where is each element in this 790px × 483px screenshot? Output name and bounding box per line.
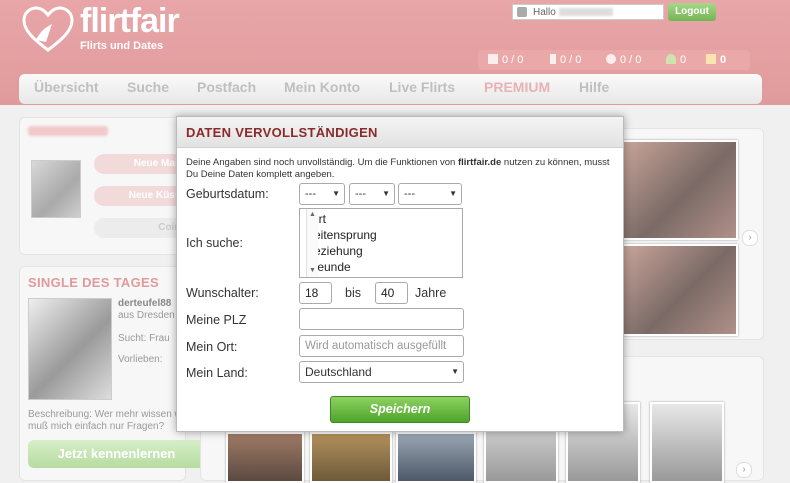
stat-mails[interactable]: 0 / 0 [488,54,523,66]
single-location: aus Dresden [118,310,175,321]
greeting-box: Hallo [512,4,664,20]
save-button[interactable]: Speichern [330,396,470,423]
my-profile-title-blurred [28,126,108,136]
jetzt-kennenlernen-button[interactable]: Jetzt kennenlernen [28,440,205,468]
single-beschreibung: Beschreibung: Wer mehr wissen w [28,409,182,420]
plz-input[interactable] [299,308,464,330]
logout-button[interactable]: Logout [668,3,716,21]
scroll-down-icon[interactable]: ▼ [309,267,316,274]
username-blurred [558,8,613,17]
nav-item-uebersicht[interactable]: Übersicht [34,79,99,95]
mail-icon [488,54,498,64]
my-profile-panel: Neue Mails Neue Küsse Coins [19,117,194,255]
brand-name: flirtfair [80,2,180,40]
kiss-icon [606,54,616,64]
single-beschreibung-2: muß mich einfach nur Fragen? [28,421,165,432]
featured-photo-2[interactable] [620,244,738,336]
ich-suche-listbox[interactable]: Flirt Seitensprung Beziehung Freunde ▲ ▼ [299,208,463,278]
bottom-photo-6[interactable] [650,402,724,483]
single-vorlieben: Vorlieben: [118,354,163,365]
dialog-title: DATEN VERVOLLSTÄNDIGEN [186,125,378,140]
single-sucht: Sucht: Frau [118,333,170,344]
single-photo[interactable] [28,298,112,400]
nav-item-premium[interactable]: PREMIUM [484,79,550,95]
brand-tagline: Flirts und Dates [80,40,164,52]
coins-icon [706,54,716,64]
nav-item-hilfe[interactable]: Hilfe [579,79,609,95]
wunschalter-label: Wunschalter: [186,286,259,300]
single-username[interactable]: derteufel88 [118,298,171,309]
heart-logo-icon [22,6,74,52]
chevron-right-icon[interactable]: › [742,230,758,246]
stat-coins[interactable]: 0 [706,54,726,66]
geburtsdatum-label: Geburtsdatum: [186,187,269,201]
user-icon [517,7,527,17]
land-label: Mein Land: [186,366,248,380]
complete-data-dialog: DATEN VERVOLLSTÄNDIGEN Deine Angaben sin… [176,116,624,432]
birth-day-select[interactable]: --- ▼ [299,183,345,205]
ort-input[interactable]: Wird automatisch ausgefüllt [299,335,464,357]
stats-bar: 0 / 0 0 / 0 0 / 0 0 0 [478,50,750,70]
age-to-input[interactable]: 40 [375,282,408,304]
single-des-tages-title: SINGLE DES TAGES [28,275,159,290]
dialog-intro: Deine Angaben sind noch unvollständig. U… [186,157,610,180]
chevron-right-icon-2[interactable]: › [736,462,752,478]
phone-icon [550,54,556,64]
stat-kisses[interactable]: 0 / 0 [606,54,641,66]
age-from-input[interactable]: 18 [299,282,332,304]
nav-item-mein-konto[interactable]: Mein Konto [284,79,360,95]
featured-photo-1[interactable] [620,140,738,240]
dropdown-arrow-icon: ▼ [382,189,390,198]
person-icon [666,54,676,64]
greeting-text: Hallo [533,7,556,18]
ort-label: Mein Ort: [186,340,238,354]
bottom-photo-1[interactable] [226,432,304,483]
nav-item-postfach[interactable]: Postfach [197,79,256,95]
site-header: flirtfair Flirts und Dates Hallo Logout … [0,0,790,105]
dropdown-arrow-icon: ▼ [451,367,459,376]
scroll-up-icon[interactable]: ▲ [309,211,316,218]
dropdown-arrow-icon: ▼ [332,189,340,198]
listbox-scrollbar[interactable]: ▲ ▼ [306,209,318,277]
birth-month-select[interactable]: --- ▼ [349,183,395,205]
bis-label: bis [345,286,361,300]
main-nav: Übersicht Suche Postfach Mein Konto Live… [19,74,762,104]
stat-visitors[interactable]: 0 [666,54,686,66]
bottom-photo-3[interactable] [396,432,476,483]
land-select[interactable]: Deutschland ▼ [299,361,464,383]
bottom-photo-2[interactable] [310,432,392,483]
ich-suche-label: Ich suche: [186,236,243,250]
nav-item-live-flirts[interactable]: Live Flirts [389,79,455,95]
dialog-header: DATEN VERVOLLSTÄNDIGEN [177,117,623,148]
birth-year-select[interactable]: --- ▼ [398,183,462,205]
plz-label: Meine PLZ [186,313,247,327]
jahre-label: Jahre [415,286,447,300]
my-profile-photo[interactable] [31,160,81,218]
dropdown-arrow-icon: ▼ [449,189,457,198]
stat-phone[interactable]: 0 / 0 [550,54,581,66]
nav-item-suche[interactable]: Suche [127,79,169,95]
intro-brand: flirtfair.de [457,157,502,168]
